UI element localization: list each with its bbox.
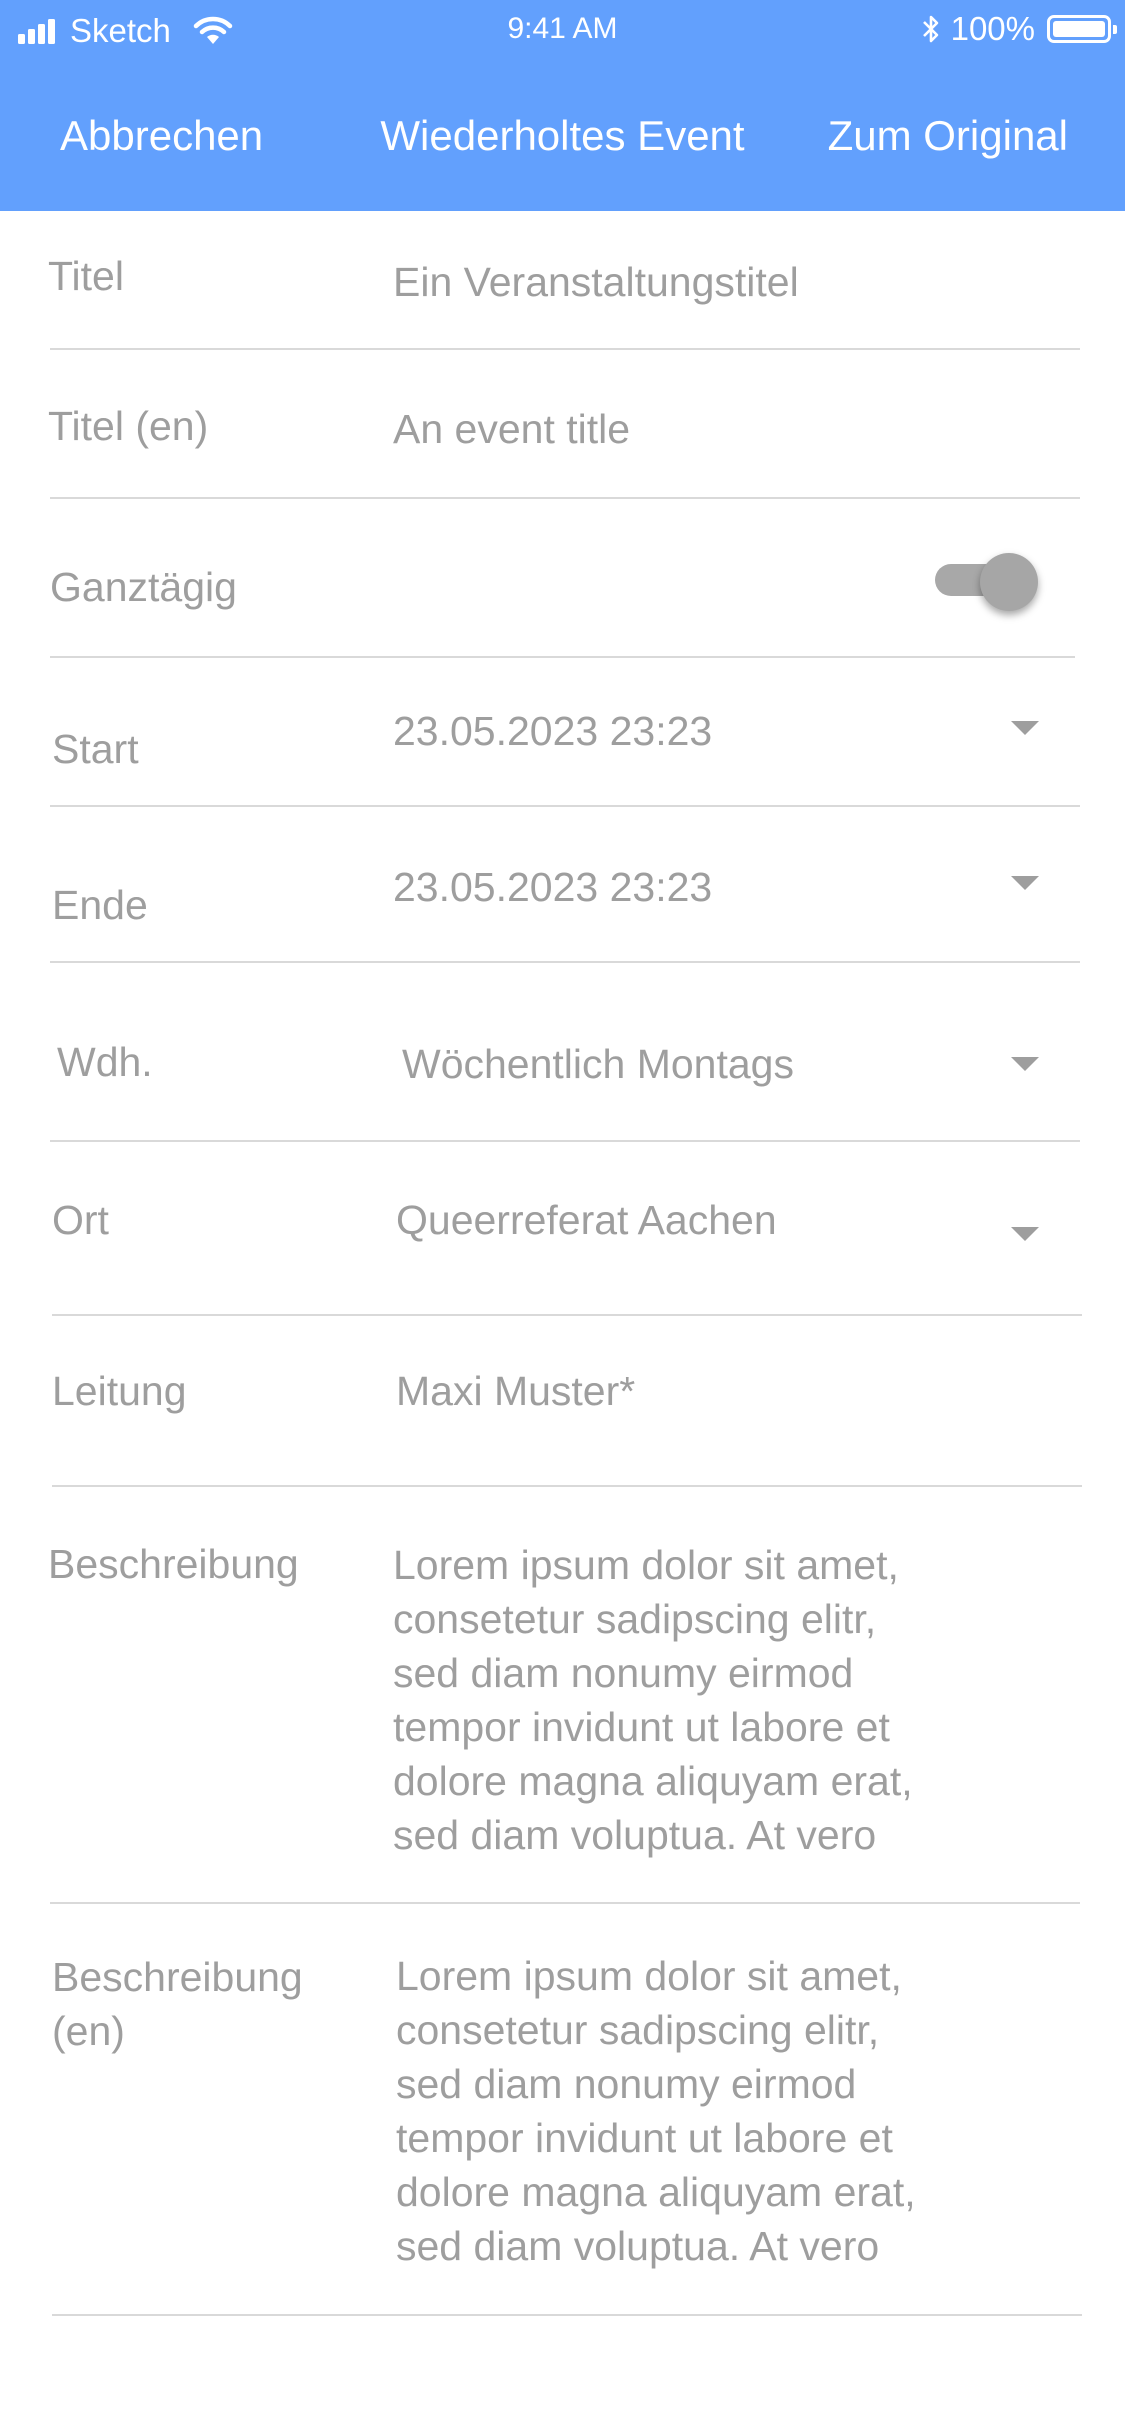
lead-label: Leitung (52, 1368, 187, 1414)
chevron-down-icon[interactable] (1011, 1057, 1039, 1071)
toggle-knob (980, 553, 1038, 611)
description-en-label: Beschreibung (en) (52, 1950, 303, 2058)
divider (52, 1485, 1082, 1487)
divider (50, 656, 1075, 658)
divider (50, 348, 1080, 350)
all-day-toggle[interactable] (935, 553, 1043, 611)
description-en-textarea[interactable]: Lorem ipsum dolor sit amet, consetetur s… (396, 1949, 1036, 2273)
divider (50, 961, 1080, 963)
bluetooth-icon (922, 15, 938, 43)
divider (50, 805, 1080, 807)
title-en-label: Titel (en) (48, 403, 209, 449)
text-line: dolore magna aliquyam erat, (396, 2169, 916, 2215)
header: Sketch 9:41 AM 100% Abbrechen Wiederholt… (0, 0, 1125, 211)
end-label: Ende (52, 882, 148, 928)
end-date-field[interactable]: 23.05.2023 23:23 (393, 860, 712, 914)
title-input[interactable]: Ein Veranstaltungstitel (393, 255, 799, 309)
chevron-down-icon[interactable] (1011, 876, 1039, 890)
text-line: sed diam voluptua. At vero (393, 1812, 877, 1858)
chevron-down-icon[interactable] (1011, 721, 1039, 735)
repeat-label: Wdh. (57, 1039, 153, 1085)
text-line: sed diam nonumy eirmod (393, 1650, 854, 1696)
start-label: Start (52, 726, 139, 772)
divider (52, 1314, 1082, 1316)
text-line: Lorem ipsum dolor sit amet, (396, 1953, 902, 1999)
label-line: Beschreibung (52, 1954, 303, 2000)
text-line: sed diam voluptua. At vero (396, 2223, 880, 2269)
divider (52, 2314, 1082, 2316)
text-line: sed diam nonumy eirmod (396, 2061, 857, 2107)
status-bar: Sketch 9:41 AM 100% (0, 0, 1125, 62)
divider (50, 497, 1080, 499)
divider (50, 1902, 1080, 1904)
title-en-input[interactable]: An event title (393, 402, 630, 456)
title-label: Titel (48, 253, 124, 299)
text-line: consetetur sadipscing elitr, (396, 2007, 880, 2053)
battery-percent: 100% (950, 10, 1035, 47)
text-line: consetetur sadipscing elitr, (393, 1596, 877, 1642)
status-right: 100% (921, 10, 1117, 48)
label-line: (en) (52, 2008, 125, 2054)
location-label: Ort (52, 1197, 109, 1243)
location-select[interactable]: Queerreferat Aachen (396, 1193, 777, 1247)
start-date-field[interactable]: 23.05.2023 23:23 (393, 704, 712, 758)
cancel-button[interactable]: Abbrechen (60, 112, 263, 160)
chevron-down-icon[interactable] (1011, 1227, 1039, 1241)
description-textarea[interactable]: Lorem ipsum dolor sit amet, consetetur s… (393, 1538, 1033, 1862)
text-line: tempor invidunt ut labore et (396, 2115, 893, 2161)
text-line: Lorem ipsum dolor sit amet, (393, 1542, 899, 1588)
divider (50, 1140, 1080, 1142)
text-line: tempor invidunt ut labore et (393, 1704, 890, 1750)
repeat-select[interactable]: Wöchentlich Montags (402, 1037, 794, 1091)
description-label: Beschreibung (48, 1541, 299, 1587)
all-day-label: Ganztägig (50, 564, 237, 610)
to-original-button[interactable]: Zum Original (828, 112, 1068, 160)
battery-icon (1047, 15, 1117, 43)
text-line: dolore magna aliquyam erat, (393, 1758, 913, 1804)
lead-input[interactable]: Maxi Muster* (396, 1364, 635, 1418)
